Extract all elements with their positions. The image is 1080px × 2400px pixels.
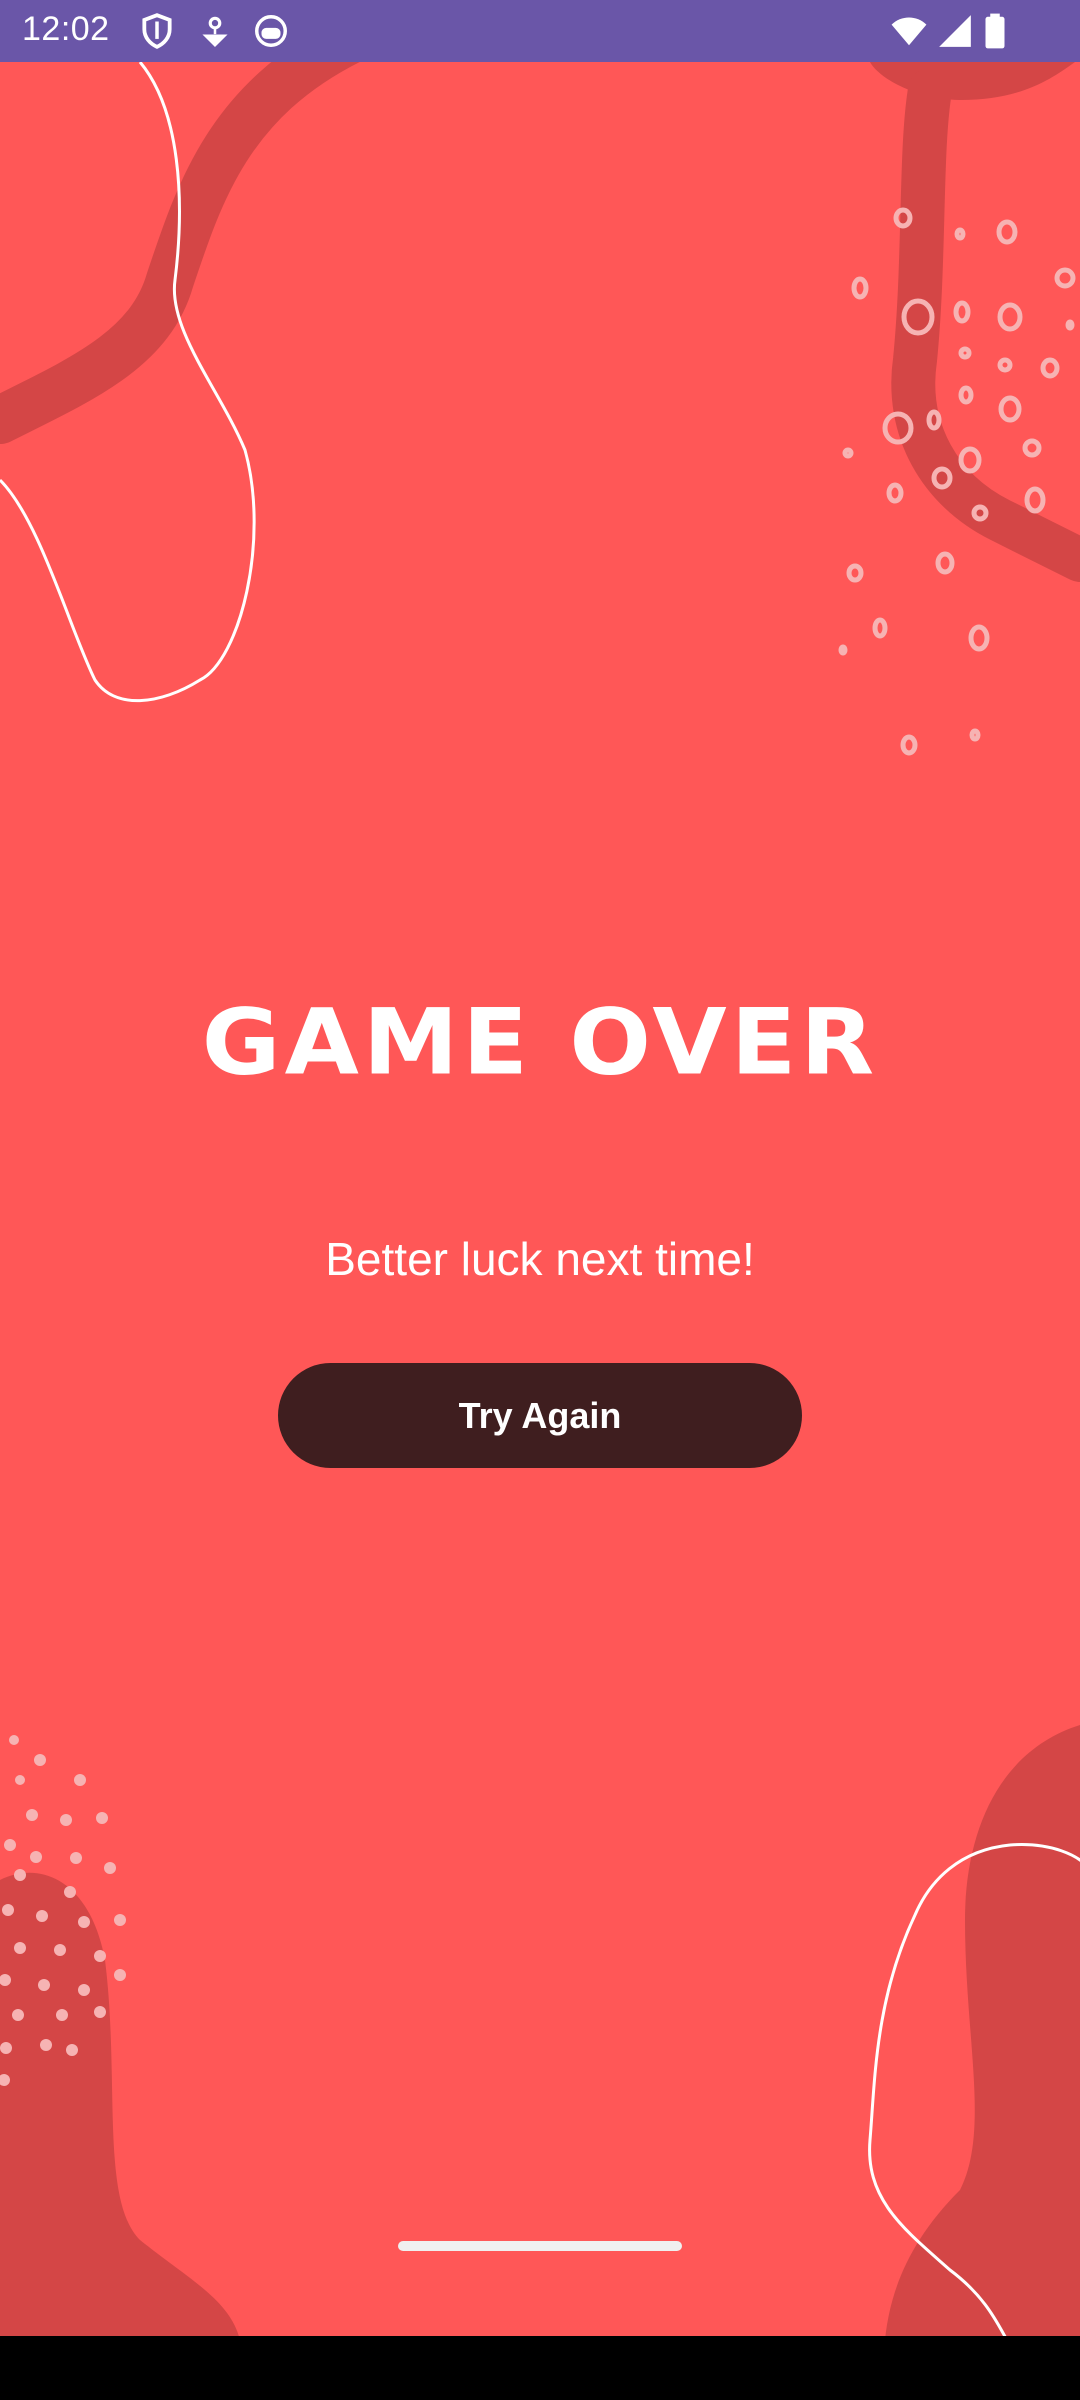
- wifi-icon: [891, 17, 927, 46]
- navigation-bar: [0, 2336, 1080, 2400]
- shield-icon: [142, 13, 172, 49]
- status-time: 12:02: [22, 10, 110, 48]
- status-bar: 12:02: [0, 0, 1080, 62]
- game-over-screen: 12:02 GAME OVER Better luck next time! T…: [0, 0, 1080, 2400]
- game-over-content: GAME OVER Better luck next time! Try Aga…: [0, 0, 1080, 2400]
- location-pin-icon: [202, 16, 228, 48]
- game-over-message: Better luck next time!: [325, 1233, 755, 1285]
- signal-icon: [939, 15, 971, 47]
- face-icon: [255, 15, 287, 47]
- game-over-title: GAME OVER: [201, 988, 879, 1096]
- try-again-button[interactable]: Try Again: [278, 1363, 802, 1468]
- battery-icon: [985, 13, 1005, 49]
